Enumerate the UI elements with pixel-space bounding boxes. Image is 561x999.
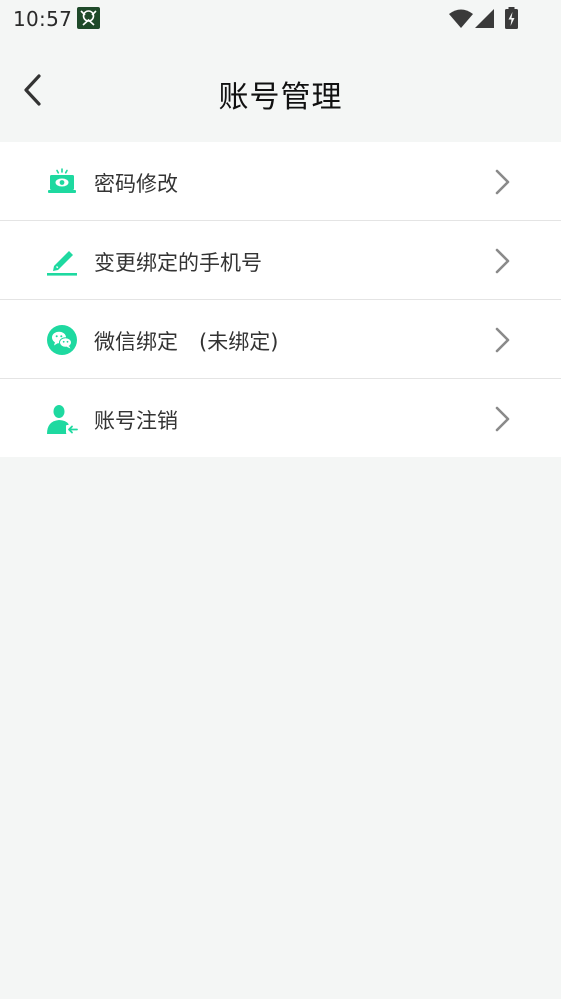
menu-item-change-password[interactable]: 密码修改 <box>0 142 561 221</box>
signal-icon <box>475 9 494 28</box>
menu-item-label: 密码修改 <box>94 172 178 196</box>
wifi-icon <box>449 9 473 28</box>
menu-item-label: 账号注销 <box>94 409 178 433</box>
chevron-right-icon <box>495 248 510 274</box>
page-title: 账号管理 <box>218 80 343 115</box>
menu-item-label: 变更绑定的手机号 <box>94 251 262 275</box>
chevron-right-icon <box>495 169 510 195</box>
account-settings-list: 密码修改 变更绑定的手机号 微信绑定 (未绑定) 账号注销 <box>0 142 561 457</box>
menu-item-label: 微信绑定 (未绑定) <box>94 330 279 354</box>
menu-item-wechat-binding[interactable]: 微信绑定 (未绑定) <box>0 300 561 379</box>
status-time: 10:57 <box>13 7 73 31</box>
wechat-icon <box>46 324 78 356</box>
chevron-right-icon <box>495 406 510 432</box>
menu-item-delete-account[interactable]: 账号注销 <box>0 379 561 457</box>
battery-charging-icon <box>505 7 518 29</box>
app-notification-icon <box>77 7 100 29</box>
user-logout-icon <box>46 403 78 435</box>
chevron-right-icon <box>495 327 510 353</box>
menu-item-change-phone[interactable]: 变更绑定的手机号 <box>0 221 561 300</box>
laptop-eye-icon <box>46 166 78 198</box>
status-bar: 10:57 <box>0 0 561 38</box>
top-app-bar: 账号管理 <box>0 38 561 142</box>
pencil-icon <box>46 245 78 277</box>
